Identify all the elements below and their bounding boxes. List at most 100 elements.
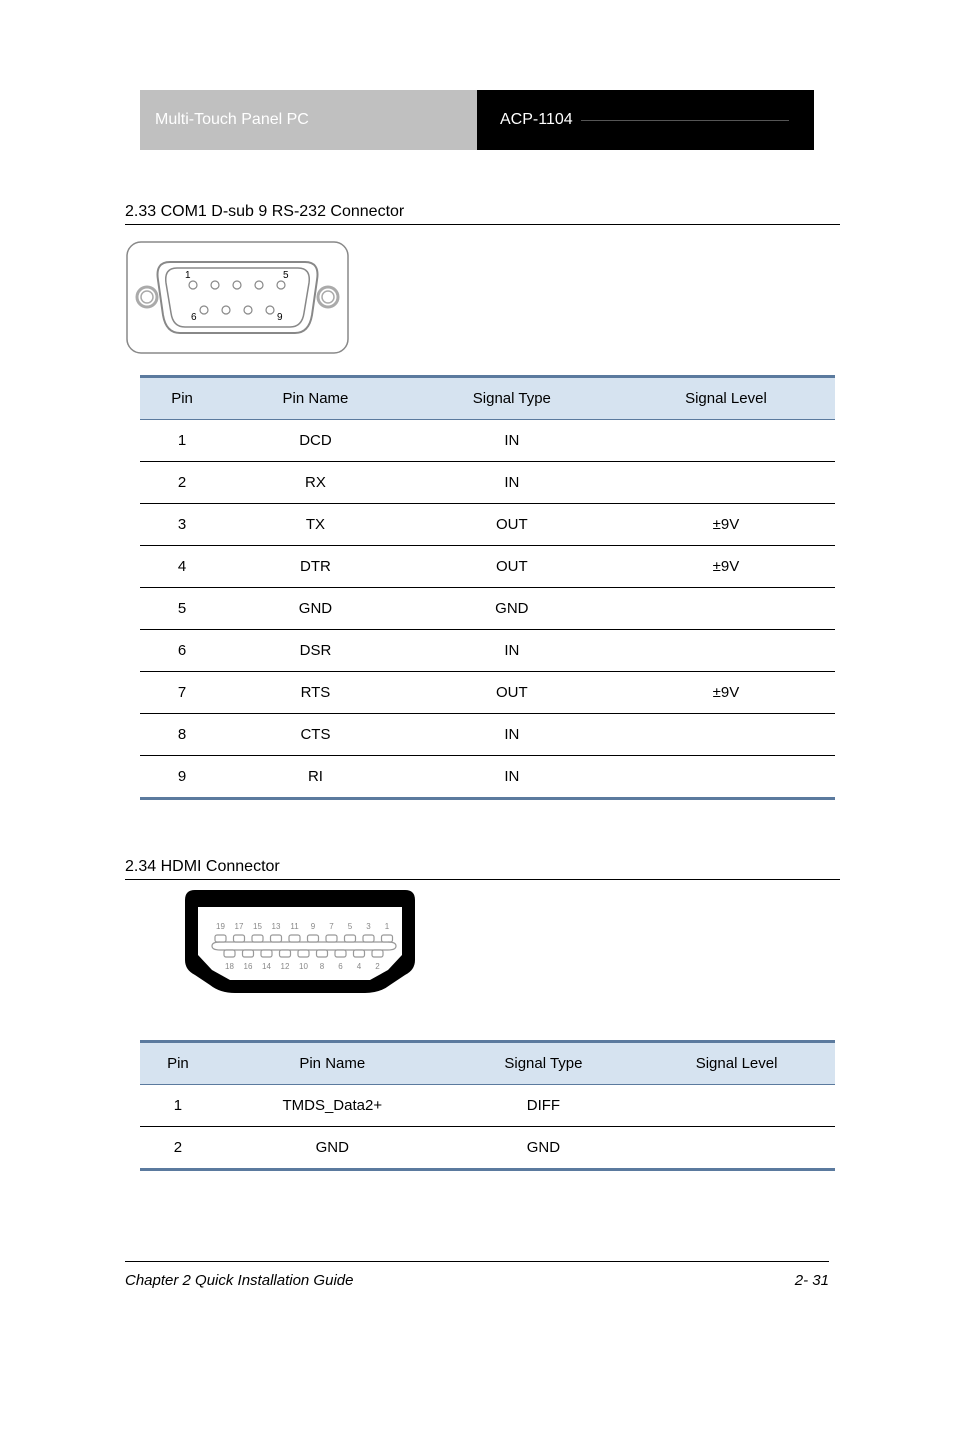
- table-cell: [617, 714, 835, 756]
- pin-label: 10: [299, 962, 308, 971]
- table-row: 2RXIN: [140, 462, 835, 504]
- pin-label: 3: [366, 922, 371, 931]
- table-cell: [617, 756, 835, 799]
- pin-label-6: 6: [191, 312, 197, 323]
- pin-label: 6: [338, 962, 343, 971]
- hdmi-pinout-table: Pin Pin Name Signal Type Signal Level 1T…: [140, 1040, 835, 1171]
- footer-line: [125, 1261, 829, 1262]
- table-cell: 1: [140, 1085, 216, 1127]
- table-cell: 9: [140, 756, 224, 799]
- table-cell: IN: [407, 462, 617, 504]
- th-pinname: Pin Name: [224, 377, 407, 420]
- header-right: ACP-1104: [477, 90, 814, 150]
- table-cell: IN: [407, 714, 617, 756]
- table-cell: [617, 420, 835, 462]
- th-pin: Pin: [140, 377, 224, 420]
- table-cell: 3: [140, 504, 224, 546]
- table-cell: DIFF: [449, 1085, 639, 1127]
- pin-label: 13: [272, 922, 281, 931]
- table-cell: DTR: [224, 546, 407, 588]
- th-signaltype: Signal Type: [407, 377, 617, 420]
- section-title-com1: 2.33 COM1 D-sub 9 RS-232 Connector: [125, 203, 840, 225]
- section-title-text: 2.33 COM1 D-sub 9 RS-232 Connector: [125, 203, 404, 220]
- table-cell: TX: [224, 504, 407, 546]
- pin-label: 17: [235, 922, 244, 931]
- table-cell: [638, 1085, 835, 1127]
- table-cell: GND: [216, 1127, 449, 1170]
- table-cell: [617, 630, 835, 672]
- header-bar: Multi-Touch Panel PC ACP-1104: [140, 90, 814, 150]
- pin-label: 2: [375, 962, 380, 971]
- table-cell: 4: [140, 546, 224, 588]
- pin-label: 5: [348, 922, 353, 931]
- table-row: 8CTSIN: [140, 714, 835, 756]
- header-right-text: ACP-1104: [492, 111, 581, 129]
- table-cell: 6: [140, 630, 224, 672]
- table-cell: 5: [140, 588, 224, 630]
- table-cell: TMDS_Data2+: [216, 1085, 449, 1127]
- table-cell: ±9V: [617, 546, 835, 588]
- pin-label: 7: [329, 922, 334, 931]
- hdmi-table: Pin Pin Name Signal Type Signal Level 1T…: [140, 1040, 835, 1171]
- table-cell: [617, 588, 835, 630]
- hdmi-connector-diagram: 19 17 15 13 11 9 7 5 3 1 18 16 14 12 10 8 6 4 2: [170, 885, 430, 1015]
- pin-label: 14: [262, 962, 271, 971]
- table-row: 7RTSOUT±9V: [140, 672, 835, 714]
- th-signallevel: Signal Level: [617, 377, 835, 420]
- th-signaltype: Signal Type: [449, 1042, 639, 1085]
- table-cell: RTS: [224, 672, 407, 714]
- header-left: Multi-Touch Panel PC: [140, 90, 477, 150]
- table-cell: [638, 1127, 835, 1170]
- table-cell: GND: [449, 1127, 639, 1170]
- header-left-text: Multi-Touch Panel PC: [155, 111, 309, 129]
- com1-table: Pin Pin Name Signal Type Signal Level 1D…: [140, 375, 835, 800]
- table-cell: IN: [407, 420, 617, 462]
- table-cell: 1: [140, 420, 224, 462]
- pin-label-5: 5: [283, 270, 289, 281]
- table-row: 6DSRIN: [140, 630, 835, 672]
- table-cell: RX: [224, 462, 407, 504]
- table-row: 5GNDGND: [140, 588, 835, 630]
- table-cell: OUT: [407, 546, 617, 588]
- th-pinname: Pin Name: [216, 1042, 449, 1085]
- pin-label-9: 9: [277, 312, 283, 323]
- table-row: 3TXOUT±9V: [140, 504, 835, 546]
- table-row: 1TMDS_Data2+DIFF: [140, 1085, 835, 1127]
- table-cell: OUT: [407, 504, 617, 546]
- com1-pinout-table: Pin Pin Name Signal Type Signal Level 1D…: [140, 375, 835, 800]
- table-cell: CTS: [224, 714, 407, 756]
- pin-label: 16: [244, 962, 253, 971]
- table-cell: IN: [407, 756, 617, 799]
- table-cell: IN: [407, 630, 617, 672]
- pin-label: 11: [290, 922, 299, 931]
- th-pin: Pin: [140, 1042, 216, 1085]
- pin-label: 4: [357, 962, 362, 971]
- footer-chapter: Chapter 2 Quick Installation Guide: [125, 1272, 353, 1289]
- th-signallevel: Signal Level: [638, 1042, 835, 1085]
- table-cell: DCD: [224, 420, 407, 462]
- pin-label: 8: [320, 962, 325, 971]
- pin-label: 1: [385, 922, 390, 931]
- db9-connector-diagram: 1 5 6 9: [125, 240, 350, 355]
- table-cell: RI: [224, 756, 407, 799]
- table-cell: 2: [140, 1127, 216, 1170]
- table-row: 1DCDIN: [140, 420, 835, 462]
- pin-label: 18: [225, 962, 234, 971]
- pin-label: 12: [281, 962, 290, 971]
- table-row: 4DTROUT±9V: [140, 546, 835, 588]
- table-cell: ±9V: [617, 672, 835, 714]
- pin-label: 19: [216, 922, 225, 931]
- table-cell: GND: [224, 588, 407, 630]
- table-cell: [617, 462, 835, 504]
- table-cell: OUT: [407, 672, 617, 714]
- pin-label: 15: [253, 922, 262, 931]
- section-title-hdmi: 2.34 HDMI Connector: [125, 858, 840, 880]
- pin-label: 9: [311, 922, 316, 931]
- table-row: 2GNDGND: [140, 1127, 835, 1170]
- table-cell: GND: [407, 588, 617, 630]
- pin-label-1: 1: [185, 270, 191, 281]
- table-cell: 8: [140, 714, 224, 756]
- table-cell: DSR: [224, 630, 407, 672]
- table-cell: ±9V: [617, 504, 835, 546]
- table-cell: 2: [140, 462, 224, 504]
